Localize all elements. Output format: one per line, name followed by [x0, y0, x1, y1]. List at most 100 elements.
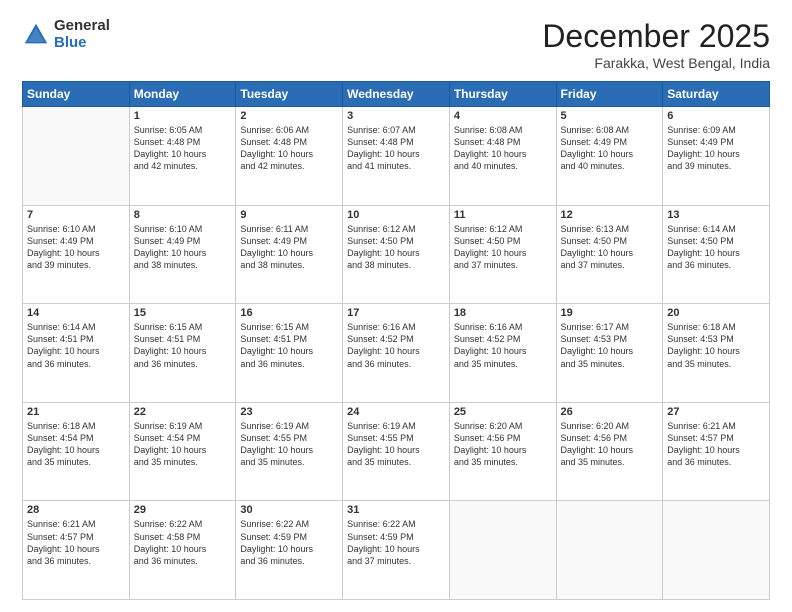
calendar-cell: 30Sunrise: 6:22 AM Sunset: 4:59 PM Dayli… — [236, 501, 343, 600]
day-info: Sunrise: 6:15 AM Sunset: 4:51 PM Dayligh… — [134, 321, 232, 370]
day-info: Sunrise: 6:08 AM Sunset: 4:48 PM Dayligh… — [454, 124, 552, 173]
day-info: Sunrise: 6:18 AM Sunset: 4:54 PM Dayligh… — [27, 420, 125, 469]
day-info: Sunrise: 6:10 AM Sunset: 4:49 PM Dayligh… — [27, 223, 125, 272]
day-number: 13 — [667, 209, 765, 221]
day-info: Sunrise: 6:19 AM Sunset: 4:55 PM Dayligh… — [347, 420, 445, 469]
page: General Blue December 2025 Farakka, West… — [0, 0, 792, 612]
calendar-cell — [663, 501, 770, 600]
day-info: Sunrise: 6:22 AM Sunset: 4:59 PM Dayligh… — [347, 518, 445, 567]
week-row-3: 14Sunrise: 6:14 AM Sunset: 4:51 PM Dayli… — [23, 304, 770, 403]
day-number: 18 — [454, 307, 552, 319]
day-info: Sunrise: 6:09 AM Sunset: 4:49 PM Dayligh… — [667, 124, 765, 173]
day-number: 10 — [347, 209, 445, 221]
logo-icon — [22, 21, 50, 49]
calendar-cell: 10Sunrise: 6:12 AM Sunset: 4:50 PM Dayli… — [343, 205, 450, 304]
weekday-header-row: SundayMondayTuesdayWednesdayThursdayFrid… — [23, 82, 770, 107]
day-number: 1 — [134, 110, 232, 122]
weekday-header-thursday: Thursday — [449, 82, 556, 107]
calendar-cell: 29Sunrise: 6:22 AM Sunset: 4:58 PM Dayli… — [129, 501, 236, 600]
day-number: 24 — [347, 406, 445, 418]
day-number: 6 — [667, 110, 765, 122]
day-number: 8 — [134, 209, 232, 221]
week-row-4: 21 Sunrise: 6:18 AM Sunset: 4:54 PM Dayli… — [23, 402, 770, 501]
header: General Blue December 2025 Farakka, West… — [22, 18, 770, 71]
day-info: Sunrise: 6:07 AM Sunset: 4:48 PM Dayligh… — [347, 124, 445, 173]
calendar-cell: 18Sunrise: 6:16 AM Sunset: 4:52 PM Dayli… — [449, 304, 556, 403]
day-info: Sunrise: 6:11 AM Sunset: 4:49 PM Dayligh… — [240, 223, 338, 272]
logo: General Blue — [22, 18, 110, 51]
calendar-cell: 23Sunrise: 6:19 AM Sunset: 4:55 PM Dayli… — [236, 402, 343, 501]
day-number: 2 — [240, 110, 338, 122]
day-number: 20 — [667, 307, 765, 319]
day-number: 15 — [134, 307, 232, 319]
calendar-cell: 28Sunrise: 6:21 AM Sunset: 4:57 PM Dayli… — [23, 501, 130, 600]
day-info: Sunrise: 6:05 AM Sunset: 4:48 PM Dayligh… — [134, 124, 232, 173]
day-number: 26 — [561, 406, 659, 418]
day-info: Sunrise: 6:17 AM Sunset: 4:53 PM Dayligh… — [561, 321, 659, 370]
day-number: 19 — [561, 307, 659, 319]
day-number: 16 — [240, 307, 338, 319]
calendar-cell — [23, 107, 130, 206]
calendar-cell: 9 Sunrise: 6:11 AM Sunset: 4:49 PM Daylig… — [236, 205, 343, 304]
calendar-cell: 24 Sunrise: 6:19 AM Sunset: 4:55 PM Dayli… — [343, 402, 450, 501]
day-info: Sunrise: 6:20 AM Sunset: 4:56 PM Dayligh… — [454, 420, 552, 469]
calendar-cell: 8 Sunrise: 6:10 AM Sunset: 4:49 PM Daylig… — [129, 205, 236, 304]
day-info: Sunrise: 6:19 AM Sunset: 4:55 PM Dayligh… — [240, 420, 338, 469]
logo-general: General — [54, 17, 110, 34]
day-number: 5 — [561, 110, 659, 122]
calendar-cell: 11 Sunrise: 6:12 AM Sunset: 4:50 PM Dayli… — [449, 205, 556, 304]
day-number: 17 — [347, 307, 445, 319]
calendar-cell: 31Sunrise: 6:22 AM Sunset: 4:59 PM Dayli… — [343, 501, 450, 600]
weekday-header-sunday: Sunday — [23, 82, 130, 107]
day-number: 3 — [347, 110, 445, 122]
day-info: Sunrise: 6:22 AM Sunset: 4:59 PM Dayligh… — [240, 518, 338, 567]
day-number: 12 — [561, 209, 659, 221]
calendar-cell: 15 Sunrise: 6:15 AM Sunset: 4:51 PM Dayli… — [129, 304, 236, 403]
day-number: 11 — [454, 209, 552, 221]
calendar-cell: 14Sunrise: 6:14 AM Sunset: 4:51 PM Dayli… — [23, 304, 130, 403]
day-info: Sunrise: 6:13 AM Sunset: 4:50 PM Dayligh… — [561, 223, 659, 272]
calendar-cell — [449, 501, 556, 600]
week-row-2: 7 Sunrise: 6:10 AM Sunset: 4:49 PM Daylig… — [23, 205, 770, 304]
month-title: December 2025 — [542, 18, 770, 55]
weekday-header-tuesday: Tuesday — [236, 82, 343, 107]
day-info: Sunrise: 6:10 AM Sunset: 4:49 PM Dayligh… — [134, 223, 232, 272]
day-info: Sunrise: 6:14 AM Sunset: 4:50 PM Dayligh… — [667, 223, 765, 272]
day-number: 21 — [27, 406, 125, 418]
day-number: 7 — [27, 209, 125, 221]
day-number: 14 — [27, 307, 125, 319]
day-number: 25 — [454, 406, 552, 418]
day-info: Sunrise: 6:12 AM Sunset: 4:50 PM Dayligh… — [454, 223, 552, 272]
weekday-header-saturday: Saturday — [663, 82, 770, 107]
calendar-cell: 25 Sunrise: 6:20 AM Sunset: 4:56 PM Dayli… — [449, 402, 556, 501]
title-block: December 2025 Farakka, West Bengal, Indi… — [542, 18, 770, 71]
calendar-cell: 6 Sunrise: 6:09 AM Sunset: 4:49 PM Daylig… — [663, 107, 770, 206]
day-info: Sunrise: 6:06 AM Sunset: 4:48 PM Dayligh… — [240, 124, 338, 173]
calendar-cell: 17Sunrise: 6:16 AM Sunset: 4:52 PM Dayli… — [343, 304, 450, 403]
day-info: Sunrise: 6:18 AM Sunset: 4:53 PM Dayligh… — [667, 321, 765, 370]
day-info: Sunrise: 6:21 AM Sunset: 4:57 PM Dayligh… — [667, 420, 765, 469]
logo-blue: Blue — [54, 34, 87, 51]
calendar-cell: 4 Sunrise: 6:08 AM Sunset: 4:48 PM Daylig… — [449, 107, 556, 206]
day-number: 29 — [134, 504, 232, 516]
calendar-cell: 26 Sunrise: 6:20 AM Sunset: 4:56 PM Dayli… — [556, 402, 663, 501]
weekday-header-friday: Friday — [556, 82, 663, 107]
day-number: 28 — [27, 504, 125, 516]
day-info: Sunrise: 6:20 AM Sunset: 4:56 PM Dayligh… — [561, 420, 659, 469]
day-info: Sunrise: 6:08 AM Sunset: 4:49 PM Dayligh… — [561, 124, 659, 173]
calendar-cell: 27 Sunrise: 6:21 AM Sunset: 4:57 PM Dayli… — [663, 402, 770, 501]
calendar-cell: 7 Sunrise: 6:10 AM Sunset: 4:49 PM Daylig… — [23, 205, 130, 304]
week-row-5: 28Sunrise: 6:21 AM Sunset: 4:57 PM Dayli… — [23, 501, 770, 600]
calendar-cell: 21 Sunrise: 6:18 AM Sunset: 4:54 PM Dayli… — [23, 402, 130, 501]
day-number: 4 — [454, 110, 552, 122]
day-info: Sunrise: 6:15 AM Sunset: 4:51 PM Dayligh… — [240, 321, 338, 370]
calendar-cell: 20 Sunrise: 6:18 AM Sunset: 4:53 PM Dayli… — [663, 304, 770, 403]
calendar-cell: 16 Sunrise: 6:15 AM Sunset: 4:51 PM Dayli… — [236, 304, 343, 403]
calendar-cell: 5 Sunrise: 6:08 AM Sunset: 4:49 PM Daylig… — [556, 107, 663, 206]
weekday-header-monday: Monday — [129, 82, 236, 107]
day-number: 27 — [667, 406, 765, 418]
weekday-header-wednesday: Wednesday — [343, 82, 450, 107]
calendar-cell: 12 Sunrise: 6:13 AM Sunset: 4:50 PM Dayli… — [556, 205, 663, 304]
calendar-cell — [556, 501, 663, 600]
day-number: 9 — [240, 209, 338, 221]
